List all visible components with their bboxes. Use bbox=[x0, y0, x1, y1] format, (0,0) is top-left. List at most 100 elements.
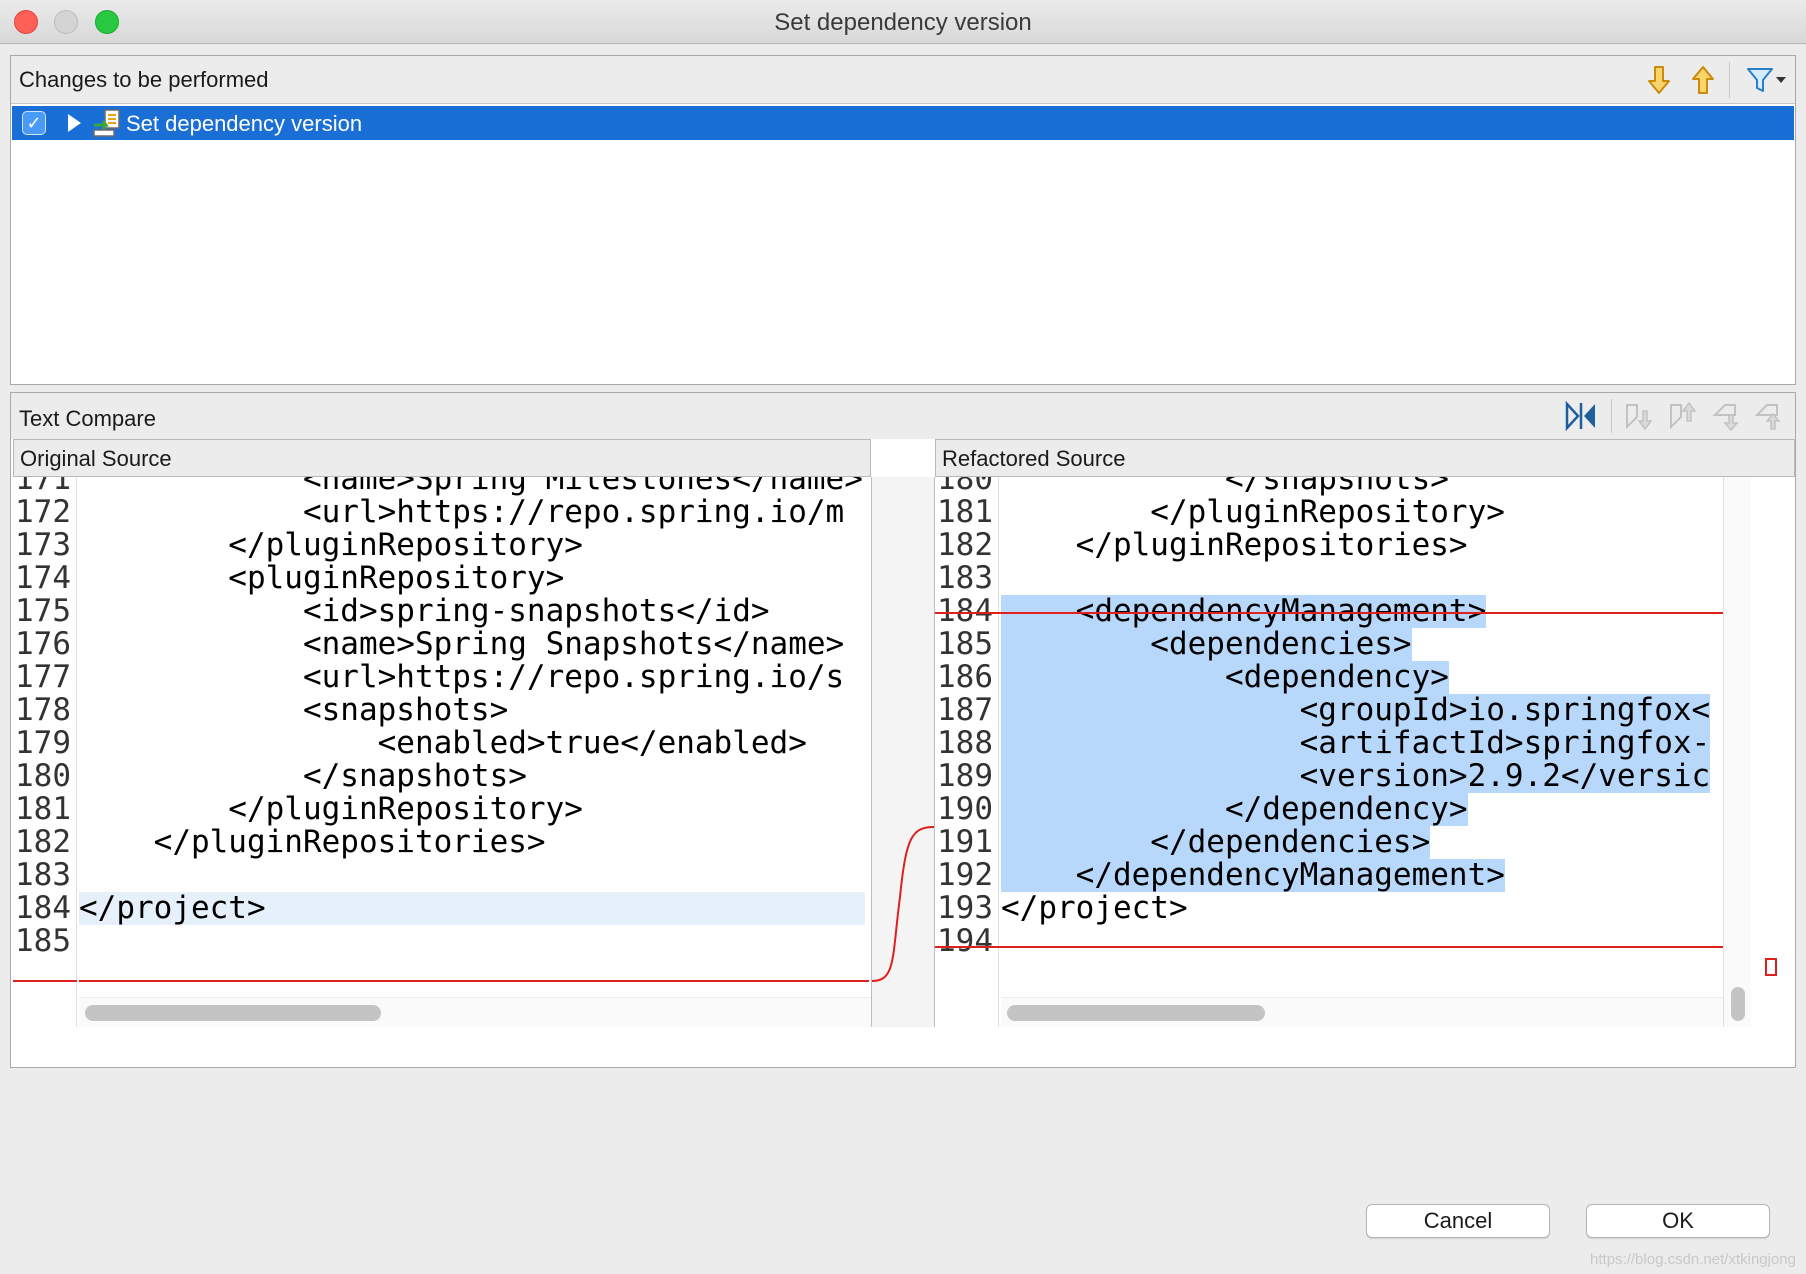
filter-menu-button[interactable] bbox=[1741, 62, 1791, 98]
tree-item-set-dependency-version[interactable]: ✓ Set dependency version bbox=[12, 106, 1794, 140]
code-line: 173 </pluginRepository> bbox=[13, 529, 871, 562]
window-title: Set dependency version bbox=[774, 9, 1032, 36]
line-number: 184 bbox=[15, 890, 71, 926]
code-line: 183 bbox=[935, 562, 1723, 595]
horizontal-scrollbar-track[interactable] bbox=[79, 997, 871, 1027]
next-change-compare-button[interactable] bbox=[1709, 399, 1745, 433]
line-number: 183 bbox=[937, 560, 993, 596]
previous-change-button[interactable] bbox=[1685, 62, 1721, 98]
horizontal-scrollbar-thumb[interactable] bbox=[1007, 1005, 1265, 1021]
code-text: </pluginRepositories> bbox=[79, 824, 546, 860]
code-line: 181 </pluginRepository> bbox=[935, 496, 1723, 529]
filter-icon bbox=[1747, 68, 1773, 92]
code-text: <name>Spring Snapshots</name> bbox=[79, 626, 845, 662]
horizontal-scrollbar-track[interactable] bbox=[1001, 997, 1723, 1027]
watermark: https://blog.csdn.net/xtkingjong bbox=[1590, 1251, 1796, 1268]
refactored-source-header: Refactored Source bbox=[935, 439, 1795, 477]
text-compare-panel: Text Compare Original Source 171 <name>S… bbox=[10, 392, 1796, 1068]
code-text: </snapshots> bbox=[79, 758, 527, 794]
line-number: 182 bbox=[15, 824, 71, 860]
diff-insertion-marker-gutter bbox=[13, 980, 77, 982]
line-number: 180 bbox=[15, 758, 71, 794]
line-number: 172 bbox=[15, 494, 71, 530]
code-text: </pluginRepository> bbox=[79, 527, 583, 563]
code-text: </pluginRepositories> bbox=[1001, 527, 1468, 563]
compare-header: Text Compare bbox=[11, 393, 1795, 439]
changes-header: Changes to be performed bbox=[11, 56, 1795, 104]
line-number: 178 bbox=[15, 692, 71, 728]
code-text: </project> bbox=[79, 892, 865, 925]
changes-panel: Changes to be performed ✓ Set dependency… bbox=[10, 55, 1796, 385]
line-number: 177 bbox=[15, 659, 71, 695]
diff-connector bbox=[871, 826, 935, 982]
compare-title: Text Compare bbox=[19, 406, 156, 431]
code-line: 183 bbox=[13, 859, 871, 892]
previous-difference-button[interactable] bbox=[1665, 399, 1701, 433]
overview-ruler[interactable] bbox=[1751, 477, 1795, 1027]
line-number: 174 bbox=[15, 560, 71, 596]
code-line: 181 </pluginRepository> bbox=[13, 793, 871, 826]
ok-button[interactable]: OK bbox=[1586, 1204, 1770, 1238]
code-line: 178 <snapshots> bbox=[13, 694, 871, 727]
next-difference-icon bbox=[1626, 404, 1653, 431]
chevron-down-icon bbox=[1776, 77, 1786, 83]
line-number: 179 bbox=[15, 725, 71, 761]
code-line: 182 </pluginRepositories> bbox=[935, 529, 1723, 562]
code-text: <pluginRepository> bbox=[79, 560, 565, 596]
line-number: 175 bbox=[15, 593, 71, 629]
original-source-header: Original Source bbox=[13, 439, 871, 477]
expand-arrow-icon[interactable] bbox=[68, 114, 81, 132]
toolbar-separator bbox=[1611, 399, 1612, 433]
line-number: 181 bbox=[937, 494, 993, 530]
overview-ruler-change-marker[interactable] bbox=[1765, 958, 1777, 976]
vertical-scrollbar-thumb[interactable] bbox=[1731, 987, 1745, 1021]
code-line: 185 bbox=[13, 925, 871, 958]
diff-change-box bbox=[935, 612, 1723, 948]
code-line: 184 </project> bbox=[13, 892, 871, 925]
toolbar-separator bbox=[1729, 62, 1730, 98]
arrow-down-icon bbox=[1648, 66, 1670, 94]
original-source-pane[interactable]: 171 <name>Spring Milestones</name> 172 <u… bbox=[13, 477, 871, 1027]
code-line: 176 <name>Spring Snapshots</name> bbox=[13, 628, 871, 661]
line-number: 181 bbox=[15, 791, 71, 827]
next-difference-button[interactable] bbox=[1621, 399, 1657, 433]
code-line: 179 <enabled>true</enabled> bbox=[13, 727, 871, 760]
swap-sides-icon bbox=[1565, 401, 1595, 431]
code-text: <id>spring-snapshots</id> bbox=[79, 593, 770, 629]
code-text: </pluginRepository> bbox=[79, 791, 583, 827]
next-change-icon bbox=[1712, 404, 1739, 431]
diff-connector-strip bbox=[871, 477, 935, 1027]
tree-item-label: Set dependency version bbox=[126, 111, 363, 136]
arrow-up-icon bbox=[1692, 66, 1714, 94]
line-number: 173 bbox=[15, 527, 71, 563]
previous-change-compare-button[interactable] bbox=[1751, 399, 1787, 433]
code-text: <url>https://repo.spring.io/m bbox=[79, 494, 845, 530]
diff-insertion-marker bbox=[79, 980, 869, 982]
code-line: 182 </pluginRepositories> bbox=[13, 826, 871, 859]
cancel-button[interactable]: Cancel bbox=[1366, 1204, 1550, 1238]
previous-difference-icon bbox=[1670, 401, 1697, 430]
vertical-scrollbar-track[interactable] bbox=[1723, 477, 1751, 1027]
code-text: <snapshots> bbox=[79, 692, 509, 728]
code-text: <enabled>true</enabled> bbox=[79, 725, 807, 761]
code-line: 174 <pluginRepository> bbox=[13, 562, 871, 595]
line-number: 185 bbox=[15, 923, 71, 959]
line-number: 183 bbox=[15, 857, 71, 893]
code-line: 175 <id>spring-snapshots</id> bbox=[13, 595, 871, 628]
code-line: 180 </snapshots> bbox=[13, 760, 871, 793]
previous-change-icon bbox=[1754, 404, 1781, 430]
line-number: 182 bbox=[937, 527, 993, 563]
code-text: </pluginRepository> bbox=[1001, 494, 1505, 530]
swap-sides-button[interactable] bbox=[1563, 399, 1599, 433]
horizontal-scrollbar-thumb[interactable] bbox=[85, 1005, 381, 1021]
changes-title: Changes to be performed bbox=[19, 67, 269, 92]
title-bar: Set dependency version bbox=[0, 0, 1806, 44]
refactored-source-pane[interactable]: 180 </snapshots> 181 </pluginRepository> 1… bbox=[935, 477, 1723, 1027]
code-text: <url>https://repo.spring.io/s bbox=[79, 659, 845, 695]
refactoring-change-icon bbox=[93, 109, 120, 137]
tree-item-checkbox[interactable]: ✓ bbox=[22, 111, 46, 135]
code-line: 172 <url>https://repo.spring.io/m bbox=[13, 496, 871, 529]
line-number: 176 bbox=[15, 626, 71, 662]
next-change-button[interactable] bbox=[1641, 62, 1677, 98]
code-line: 177 <url>https://repo.spring.io/s bbox=[13, 661, 871, 694]
